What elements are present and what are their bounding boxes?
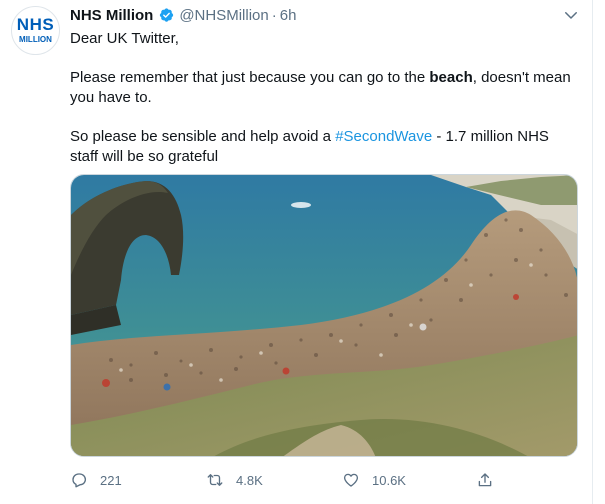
display-name[interactable]: NHS Million [70,7,153,24]
hashtag-link[interactable]: #SecondWave [335,128,432,145]
more-options-chevron-icon[interactable] [562,6,580,24]
avatar-logo-subtext: MILLION [19,35,52,44]
share-icon [478,473,492,487]
avatar-logo-text: NHS [16,15,55,34]
tweet-actions: 221 4.8K 10.6K [70,470,510,490]
share-button[interactable] [476,470,494,490]
tweet-paragraph-beach: Please remember that just because you ca… [70,69,571,106]
tweet-text: Dear UK Twitter, Please remember that ju… [70,29,575,167]
user-handle[interactable]: @NHSMillion [179,7,268,24]
tweet-timestamp[interactable]: 6h [280,7,297,24]
header-separator: · [271,6,277,24]
heart-icon [343,473,359,487]
tweet-greeting: Dear UK Twitter, [70,30,179,47]
reply-count: 221 [100,472,122,488]
retweet-icon [207,474,223,486]
like-count: 10.6K [372,472,406,488]
like-button[interactable]: 10.6K [342,470,406,490]
avatar[interactable]: NHS MILLION [11,6,60,55]
tweet-header: NHS Million @NHSMillion · 6h [70,6,296,24]
beach-photo [71,175,577,456]
reply-button[interactable]: 221 [70,470,122,490]
tweet-paragraph-second-wave: So please be sensible and help avoid a #… [70,128,549,165]
retweet-count: 4.8K [236,472,263,488]
timeline-border [592,0,593,504]
bold-beach-word: beach [429,69,473,86]
verified-badge-icon [160,7,174,22]
tweet-photo[interactable] [70,174,578,457]
retweet-button[interactable]: 4.8K [206,470,263,490]
reply-icon [72,473,87,488]
